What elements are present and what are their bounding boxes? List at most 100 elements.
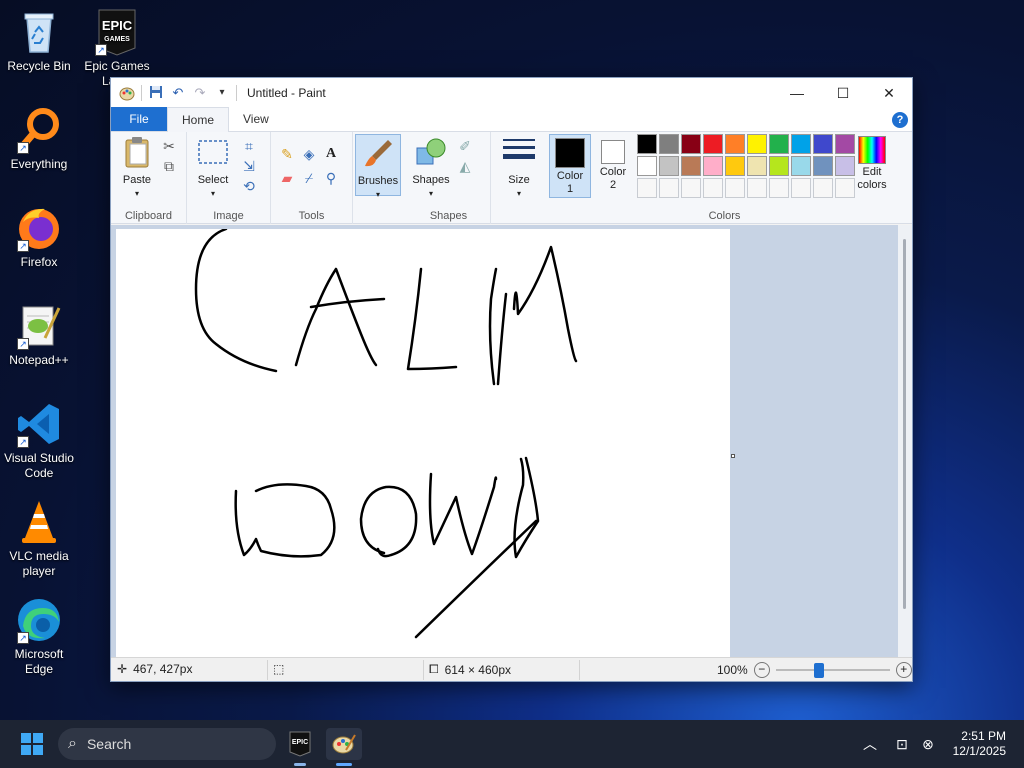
canvas-resize-handle[interactable]	[731, 454, 735, 458]
palette-swatch[interactable]	[659, 156, 679, 176]
system-clock[interactable]: 2:51 PM 12/1/2025	[953, 729, 1006, 759]
palette-swatch[interactable]	[725, 156, 745, 176]
fill-bucket-icon[interactable]: ◈	[301, 146, 317, 162]
palette-swatch-empty[interactable]	[681, 178, 701, 198]
desktop-icon-firefox[interactable]: ↗ Firefox	[0, 204, 78, 270]
palette-swatch-empty[interactable]	[725, 178, 745, 198]
magnifier-icon[interactable]: ⚲	[323, 170, 339, 186]
pencil-icon[interactable]: ✎	[279, 146, 295, 162]
desktop-icon-label: Recycle Bin	[7, 59, 71, 73]
palette-swatch[interactable]	[659, 134, 679, 154]
palette-swatch[interactable]	[747, 156, 767, 176]
desktop-icon-edge[interactable]: ↗ Microsoft Edge	[0, 596, 78, 677]
brushes-button[interactable]: Brushes ▾	[355, 134, 401, 199]
palette-swatch[interactable]	[681, 134, 701, 154]
palette-swatch-empty[interactable]	[791, 178, 811, 198]
resize-icon[interactable]: ⇲	[241, 158, 257, 174]
eraser-icon[interactable]: ▰	[279, 170, 295, 186]
paste-button[interactable]: Paste ▾	[117, 136, 157, 200]
taskbar-search[interactable]: ⌕ Search	[58, 728, 276, 760]
palette-swatch[interactable]	[791, 156, 811, 176]
shortcut-arrow-icon: ↗	[95, 44, 107, 56]
palette-swatch[interactable]	[813, 134, 833, 154]
undo-icon[interactable]: ↶	[170, 85, 186, 101]
minimize-button[interactable]: —	[774, 78, 820, 108]
palette-swatch[interactable]	[791, 134, 811, 154]
taskbar-paint[interactable]	[326, 728, 362, 766]
drawing-canvas[interactable]	[116, 227, 730, 658]
palette-swatch[interactable]	[769, 134, 789, 154]
palette-swatch-empty[interactable]	[703, 178, 723, 198]
firefox-icon: ↗	[15, 204, 63, 252]
desktop-icon-recycle-bin[interactable]: Recycle Bin	[0, 8, 78, 74]
palette-swatch-empty[interactable]	[813, 178, 833, 198]
rotate-icon[interactable]: ⟲	[241, 178, 257, 194]
close-button[interactable]: ✕	[866, 78, 912, 108]
desktop-icon-label: Microsoft Edge	[14, 647, 64, 676]
color-picker-icon[interactable]: ⌿	[301, 170, 317, 186]
color1-button[interactable]: Color 1	[549, 134, 591, 198]
desktop-icon-vlc[interactable]: VLC media player	[0, 498, 78, 579]
palette-swatch-empty[interactable]	[769, 178, 789, 198]
color2-button[interactable]: Color 2	[593, 134, 633, 198]
desktop-icon-label: Firefox	[20, 255, 58, 269]
everything-search-icon: ↗	[15, 106, 63, 154]
cut-icon[interactable]: ✂	[161, 138, 177, 154]
shapes-button[interactable]: Shapes ▾	[409, 136, 453, 200]
group-label: Image	[213, 210, 244, 222]
zoom-slider[interactable]	[775, 662, 890, 678]
palette-swatch[interactable]	[637, 134, 657, 154]
crop-icon[interactable]: ⌗	[241, 138, 257, 154]
copy-icon[interactable]: ⧉	[161, 158, 177, 174]
shapes-icon	[409, 136, 453, 172]
fill-icon[interactable]: ◭	[457, 158, 473, 174]
text-tool-icon[interactable]: A	[323, 146, 339, 162]
help-icon[interactable]: ?	[892, 112, 908, 128]
desktop-icon-everything[interactable]: ↗ Everything	[0, 106, 78, 172]
select-button[interactable]: Select ▾	[191, 136, 235, 200]
palette-swatch[interactable]	[813, 156, 833, 176]
palette-swatch[interactable]	[725, 134, 745, 154]
handwritten-drawing	[194, 227, 578, 639]
desktop-icon-notepadpp[interactable]: ↗ Notepad++	[0, 302, 78, 368]
save-icon[interactable]	[148, 85, 164, 101]
zoom-in-icon[interactable]: +	[895, 662, 912, 678]
window-title: Untitled - Paint	[247, 86, 326, 100]
status-bar: ✛ 467, 427px ⬚ ⧠ 614 × 460px 100% − +	[111, 657, 912, 681]
search-icon: ⌕	[68, 735, 77, 752]
palette-swatch[interactable]	[703, 156, 723, 176]
show-hidden-icons-chevron-icon[interactable]: ︿	[852, 728, 888, 760]
zoom-out-icon[interactable]: −	[753, 662, 770, 678]
edit-colors-button[interactable]: Edit colors	[849, 134, 895, 192]
group-colors: Color 1 Color 2 Edit colors Colors	[547, 132, 902, 224]
tab-view[interactable]: View	[229, 107, 283, 131]
customize-qat-chevron-icon[interactable]: ▾	[214, 85, 230, 101]
color1-swatch	[555, 138, 585, 168]
palette-swatch-empty[interactable]	[637, 178, 657, 198]
svg-text:EPIC: EPIC	[102, 18, 133, 33]
palette-swatch-empty[interactable]	[659, 178, 679, 198]
start-button[interactable]	[14, 728, 50, 760]
tab-file[interactable]: File	[111, 107, 167, 131]
notepadpp-icon: ↗	[15, 302, 63, 350]
desktop-icon-label: Everything	[10, 157, 68, 171]
palette-swatch[interactable]	[769, 156, 789, 176]
size-button[interactable]: Size ▾	[497, 136, 541, 200]
outline-icon[interactable]: ✐	[457, 138, 473, 154]
tab-home[interactable]: Home	[167, 107, 230, 132]
palette-swatch[interactable]	[703, 134, 723, 154]
paint-app-icon[interactable]	[119, 85, 135, 101]
maximize-button[interactable]: ☐	[820, 78, 866, 108]
taskbar-epic-games[interactable]: EPIC	[282, 728, 318, 766]
palette-swatch[interactable]	[637, 156, 657, 176]
vertical-scrollbar[interactable]	[898, 225, 912, 658]
desktop-icon-label: VLC media player	[9, 549, 69, 578]
desktop-icon-vscode[interactable]: ↗ Visual Studio Code	[0, 400, 78, 481]
volume-muted-icon[interactable]: ⊗	[910, 728, 946, 760]
palette-swatch[interactable]	[681, 156, 701, 176]
brush-icon	[356, 137, 400, 173]
group-clipboard: Paste ▾ ✂ ⧉ Clipboard	[111, 132, 187, 224]
palette-swatch-empty[interactable]	[747, 178, 767, 198]
palette-swatch[interactable]	[747, 134, 767, 154]
redo-icon[interactable]: ↷	[192, 85, 208, 101]
